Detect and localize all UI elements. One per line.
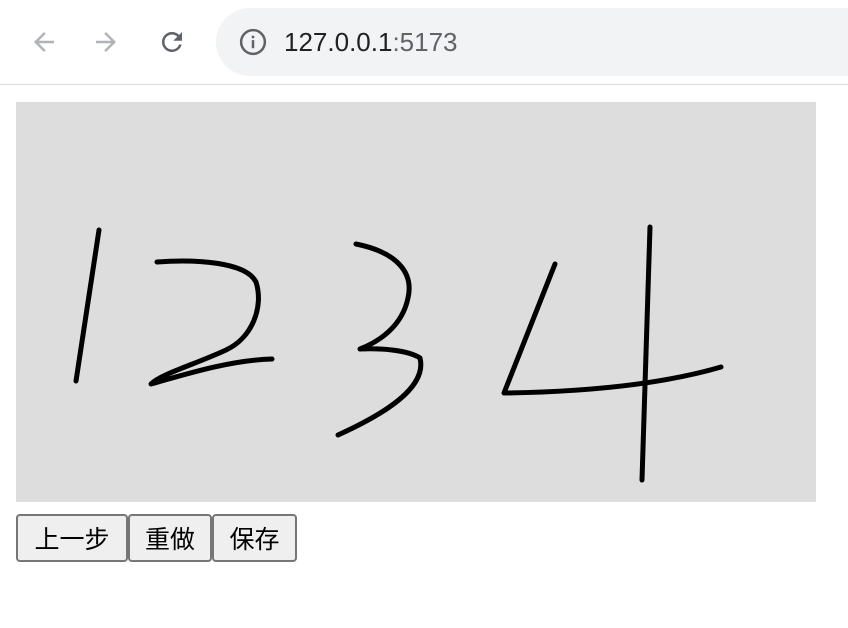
reload-icon bbox=[161, 31, 182, 52]
browser-toolbar: 127.0.0.1:5173 bbox=[0, 0, 848, 85]
site-info-icon[interactable] bbox=[238, 27, 268, 57]
address-bar[interactable]: 127.0.0.1:5173 bbox=[216, 8, 848, 76]
back-button[interactable] bbox=[24, 22, 64, 62]
handwriting-strokes bbox=[73, 224, 724, 483]
forward-button[interactable] bbox=[86, 22, 126, 62]
drawing-canvas[interactable] bbox=[16, 102, 816, 502]
stroke-digit-4-diagonal bbox=[501, 261, 724, 396]
stroke-digit-2 bbox=[148, 258, 275, 387]
forward-arrow-icon bbox=[96, 32, 116, 52]
url-text: 127.0.0.1:5173 bbox=[284, 24, 458, 60]
action-buttons: 上一步 重做 保存 bbox=[16, 514, 297, 562]
url-host: 127.0.0.1 bbox=[284, 27, 393, 57]
redo-button[interactable]: 重做 bbox=[128, 514, 212, 562]
stroke-digit-1 bbox=[73, 227, 102, 384]
back-arrow-icon bbox=[34, 32, 54, 52]
url-port: :5173 bbox=[392, 27, 458, 57]
reload-button[interactable] bbox=[152, 22, 192, 62]
stroke-digit-4-vertical bbox=[639, 224, 653, 483]
stroke-digit-3 bbox=[335, 241, 424, 438]
save-button[interactable]: 保存 bbox=[212, 514, 297, 562]
undo-button[interactable]: 上一步 bbox=[16, 514, 128, 562]
